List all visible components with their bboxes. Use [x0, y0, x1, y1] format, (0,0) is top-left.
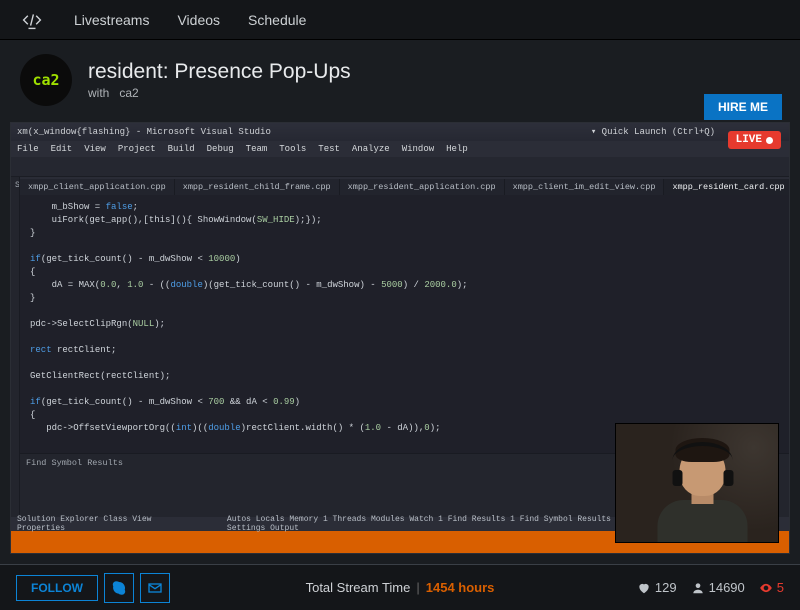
editor-tab: xmpp_resident_child_frame.cpp — [175, 179, 340, 195]
code-tv-icon — [18, 10, 46, 30]
stream-title: resident: Presence Pop-Ups — [88, 60, 351, 84]
editor-tab-active: xmpp_resident_card.cpp × — [664, 179, 790, 195]
webcam-overlay — [615, 423, 779, 543]
email-button[interactable] — [140, 573, 170, 603]
ide-titlebar: xm(x_window{flashing} - Microsoft Visual… — [11, 123, 789, 141]
stream-video[interactable]: LIVE xm(x_window{flashing} - Microsoft V… — [10, 122, 790, 554]
brand-logo[interactable] — [18, 8, 46, 32]
top-nav: Livestreams Videos Schedule — [0, 0, 800, 40]
heart-icon — [637, 581, 651, 595]
solution-explorer: Solution Explorer app_com_xmpp_residentx… — [11, 177, 20, 531]
with-label: with — [88, 86, 109, 100]
ide-menubar: FileEdit ViewProject BuildDebug TeamTool… — [11, 141, 789, 157]
code-editor: m_bShow = false; uiFork(get_app(),[this]… — [20, 195, 790, 453]
skype-icon — [111, 580, 127, 596]
live-badge: LIVE — [728, 131, 781, 149]
streamer-name[interactable]: ca2 — [119, 86, 138, 100]
person-icon — [691, 581, 705, 595]
ide-toolbar — [11, 157, 789, 177]
total-stream-time: Total Stream Time | 1454 hours — [306, 580, 495, 595]
skype-button[interactable] — [104, 573, 134, 603]
editor-tab: xmpp_resident_application.cpp — [340, 179, 505, 195]
streamer-webcam — [648, 446, 758, 543]
editor-tab: xmpp_client_im_edit_view.cpp — [505, 179, 665, 195]
nav-livestreams[interactable]: Livestreams — [74, 12, 149, 28]
mail-icon — [147, 580, 163, 596]
likes-count[interactable]: 129 — [637, 580, 677, 595]
editor-tab: xmpp_client_application.cpp — [20, 179, 175, 195]
followers-count: 14690 — [691, 580, 745, 595]
hire-me-button[interactable]: HIRE ME — [704, 94, 782, 120]
nav-schedule[interactable]: Schedule — [248, 12, 306, 28]
nav-videos[interactable]: Videos — [177, 12, 220, 28]
live-viewers: 5 — [759, 580, 784, 595]
title-block: resident: Presence Pop-Ups with ca2 — [88, 60, 351, 100]
follow-button[interactable]: FOLLOW — [16, 575, 98, 601]
eye-icon — [759, 581, 773, 595]
stream-header: ca2 resident: Presence Pop-Ups with ca2 … — [0, 40, 800, 116]
streamer-avatar[interactable]: ca2 — [20, 54, 72, 106]
footer-bar: FOLLOW Total Stream Time | 1454 hours 12… — [0, 564, 800, 610]
editor-tabs: xmpp_client_application.cpp xmpp_residen… — [20, 177, 790, 195]
